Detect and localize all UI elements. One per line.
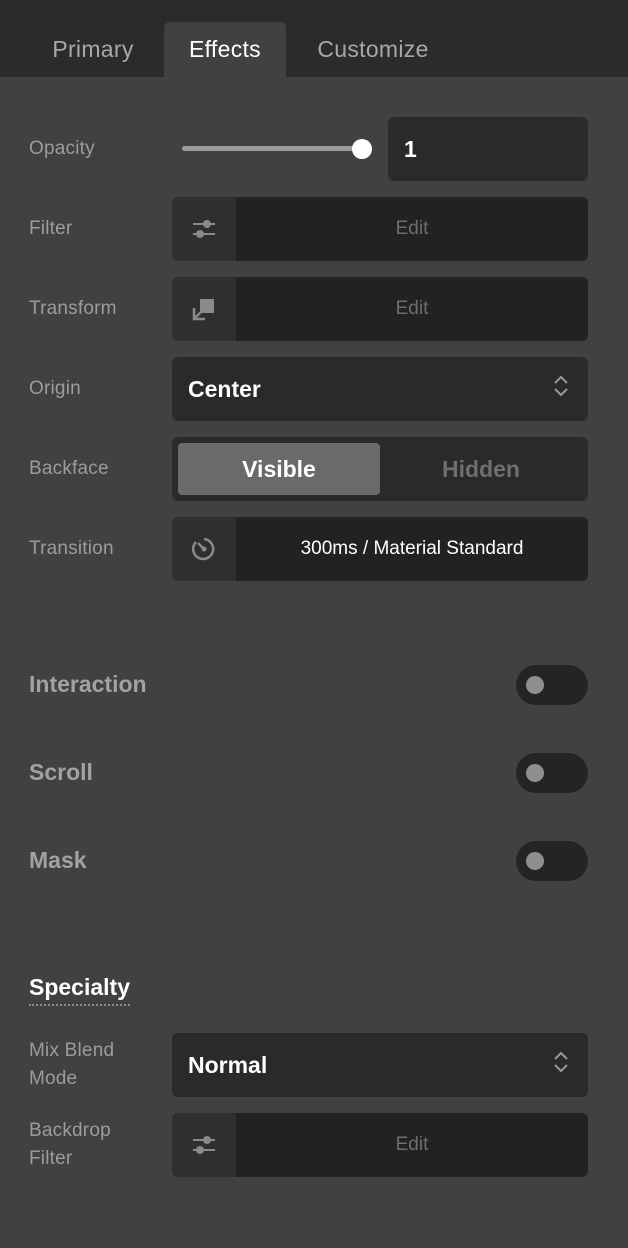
backface-label: Backface	[29, 458, 109, 479]
origin-select[interactable]: Center	[172, 357, 588, 421]
opacity-slider-track[interactable]	[182, 146, 362, 151]
transform-edit-button[interactable]: Edit	[236, 277, 588, 341]
updown-chevron-icon	[552, 374, 570, 404]
transform-field[interactable]: Edit	[172, 277, 588, 341]
timer-icon[interactable]	[172, 517, 236, 581]
transition-label: Transition	[29, 538, 114, 559]
interaction-toggle[interactable]	[516, 665, 588, 705]
sliders-icon[interactable]	[172, 1113, 236, 1177]
backface-hidden-option[interactable]: Hidden	[380, 443, 582, 495]
filter-field[interactable]: Edit	[172, 197, 588, 261]
mix-blend-value: Normal	[188, 1051, 268, 1078]
mix-blend-label-line1: Mix Blend	[29, 1040, 115, 1061]
mask-toggle[interactable]	[516, 841, 588, 881]
interaction-title: Interaction	[29, 671, 147, 697]
toggle-knob	[526, 764, 544, 782]
scroll-toggle[interactable]	[516, 753, 588, 793]
tab-bar: Primary Effects Customize	[0, 0, 628, 77]
backdrop-label-line1: Backdrop	[29, 1120, 111, 1141]
filter-edit-button[interactable]: Edit	[236, 197, 588, 261]
origin-value: Center	[188, 375, 261, 402]
transition-value[interactable]: 300ms / Material Standard	[236, 517, 588, 581]
transform-icon[interactable]	[172, 277, 236, 341]
backface-visible-option[interactable]: Visible	[178, 443, 380, 495]
transform-label: Transform	[29, 298, 117, 319]
backdrop-filter-field[interactable]: Edit	[172, 1113, 588, 1177]
backdrop-filter-label: Backdrop Filter	[29, 1117, 111, 1173]
origin-label: Origin	[29, 378, 81, 399]
specialty-title[interactable]: Specialty	[29, 974, 130, 1006]
filter-label: Filter	[29, 218, 73, 239]
opacity-slider-thumb[interactable]	[352, 139, 372, 159]
toggle-knob	[526, 852, 544, 870]
tab-customize[interactable]: Customize	[296, 22, 450, 77]
mix-blend-mode-select[interactable]: Normal	[172, 1033, 588, 1097]
tab-primary[interactable]: Primary	[28, 22, 158, 77]
opacity-input[interactable]: 1	[388, 117, 588, 181]
mix-blend-mode-label: Mix Blend Mode	[29, 1037, 114, 1093]
transition-field[interactable]: 300ms / Material Standard	[172, 517, 588, 581]
opacity-label: Opacity	[29, 138, 95, 159]
mix-blend-label-line2: Mode	[29, 1068, 78, 1089]
updown-chevron-icon	[552, 1050, 570, 1080]
backdrop-edit-button[interactable]: Edit	[236, 1113, 588, 1177]
mask-title: Mask	[29, 847, 87, 873]
sliders-icon[interactable]	[172, 197, 236, 261]
toggle-knob	[526, 676, 544, 694]
backface-segmented-control: Visible Hidden	[172, 437, 588, 501]
scroll-title: Scroll	[29, 759, 93, 785]
tab-effects[interactable]: Effects	[164, 22, 286, 77]
backdrop-label-line2: Filter	[29, 1148, 73, 1169]
